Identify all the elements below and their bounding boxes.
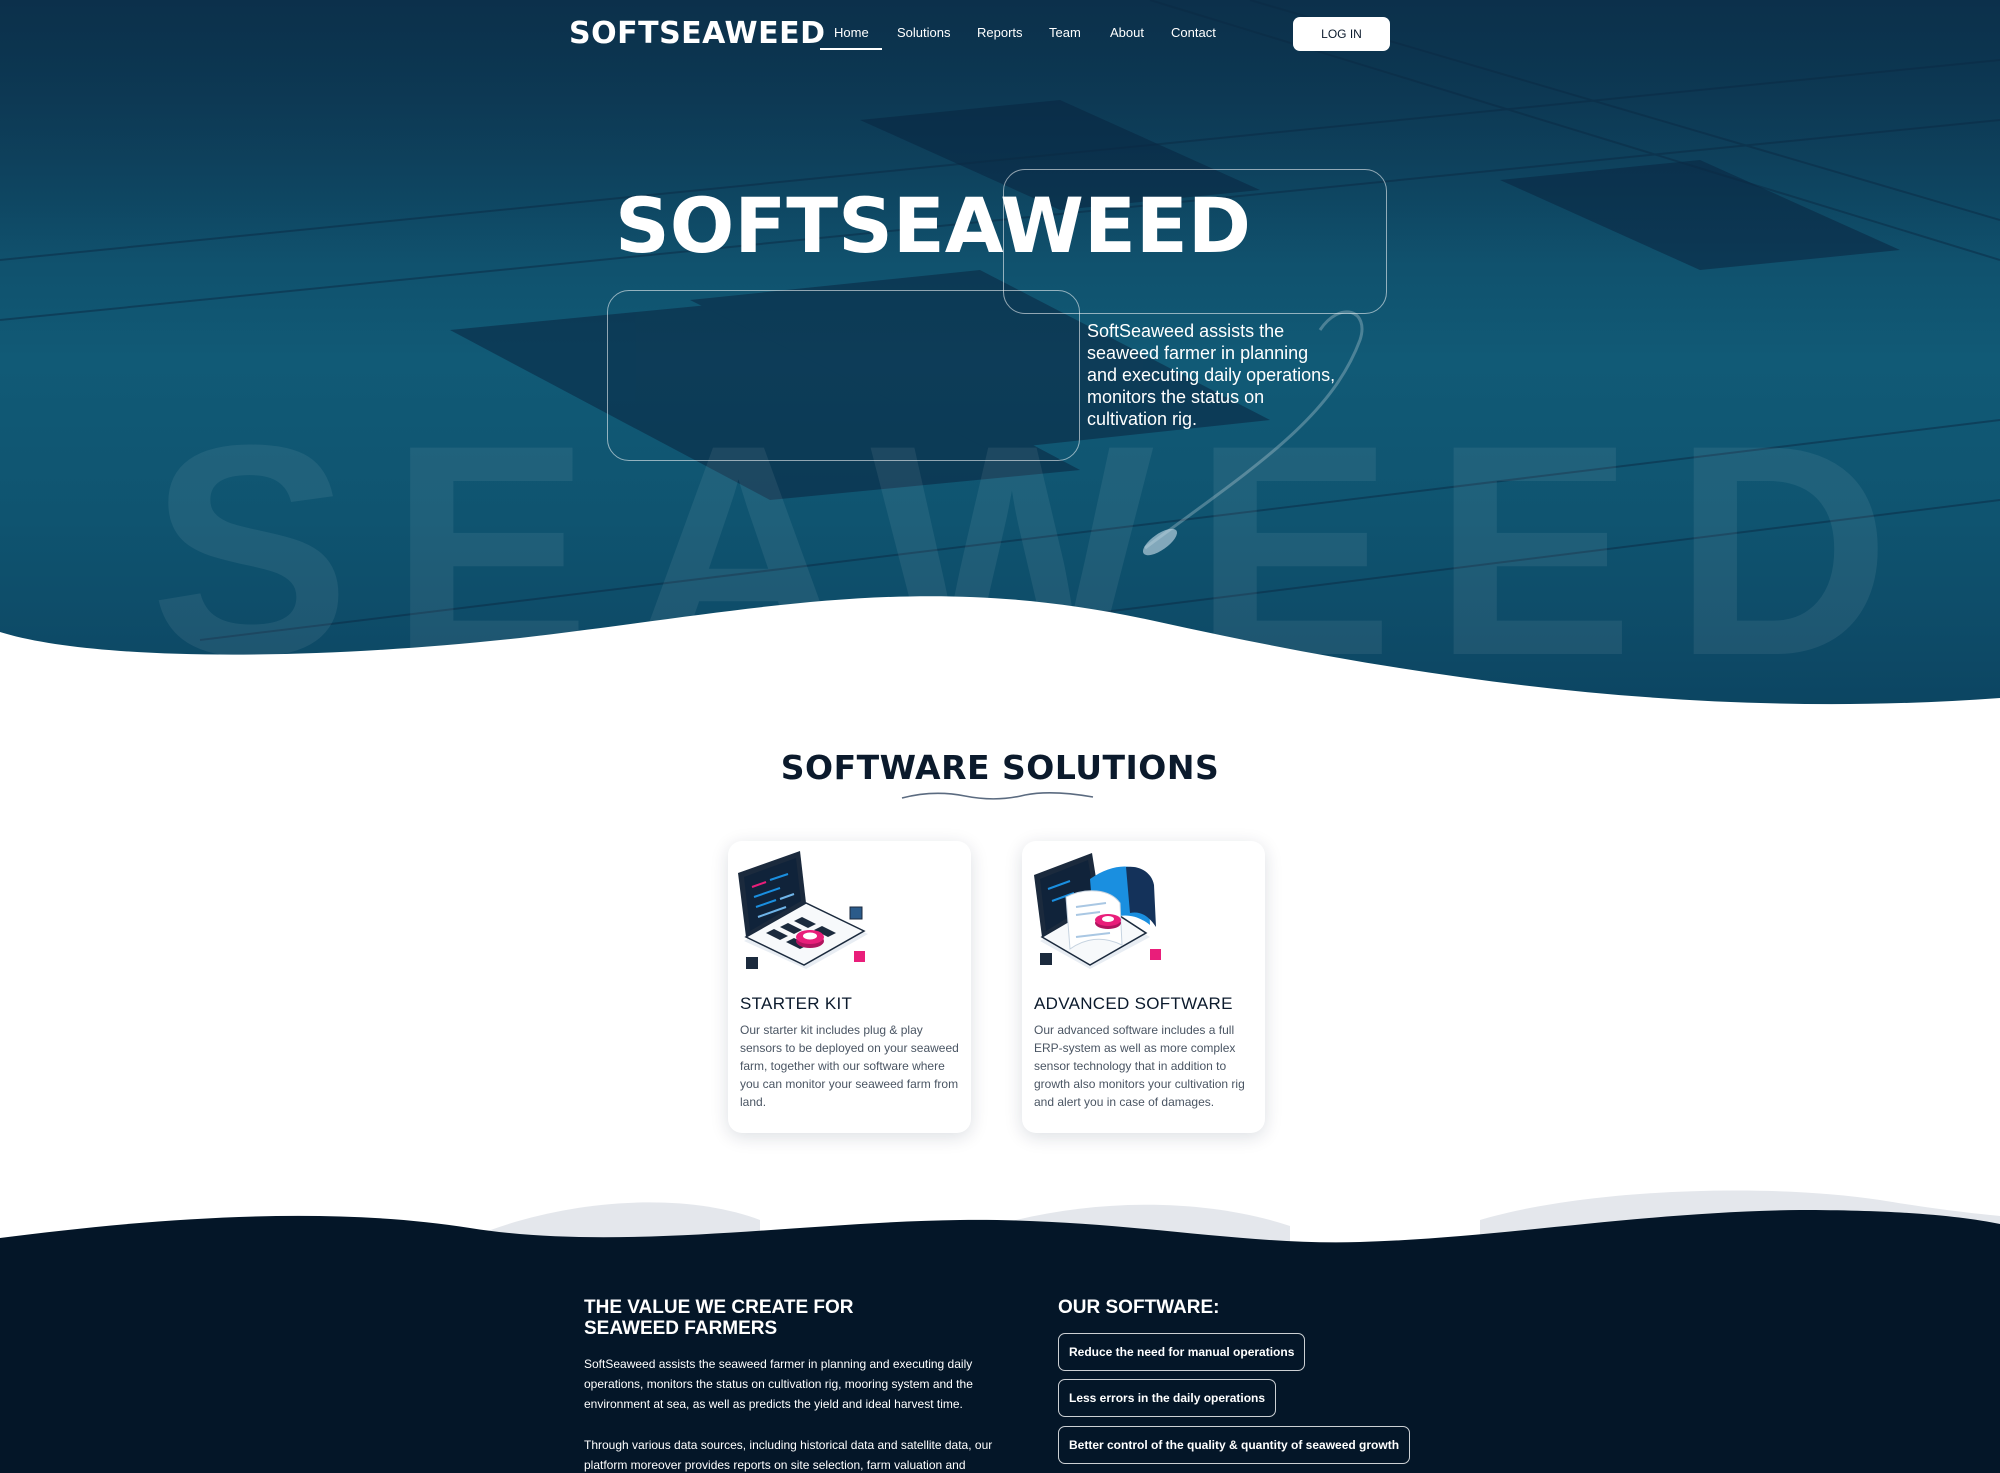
- laptop-document-icon: [1034, 853, 1161, 969]
- card-text: Our advanced software includes a full ER…: [1034, 1023, 1245, 1109]
- footer-wave-background: [0, 1190, 2000, 1473]
- software-feature-pill[interactable]: Better control of the quality & quantity…: [1058, 1426, 1411, 1464]
- hero-title: SOFTSEAWEED: [615, 181, 1251, 270]
- nav-solutions[interactable]: Solutions: [897, 25, 950, 40]
- value-paragraph: SoftSeaweed assists the seaweed farmer i…: [584, 1357, 973, 1411]
- wave-underline-icon: [901, 792, 1094, 800]
- login-button[interactable]: LOG IN: [1293, 17, 1390, 51]
- logo[interactable]: SOFTSEAWEED: [569, 16, 826, 51]
- laptop-sensor-icon: [738, 851, 868, 969]
- nav-about[interactable]: About: [1110, 25, 1144, 40]
- top-navbar: SOFTSEAWEED Home Solutions Reports Team …: [0, 0, 2000, 68]
- hero-frame-bottom: [607, 290, 1080, 461]
- card-text: Our starter kit includes plug & play sen…: [740, 1023, 959, 1109]
- starter-kit-card[interactable]: STARTER KIT Our starter kit includes plu…: [728, 841, 971, 1133]
- nav-team[interactable]: Team: [1049, 25, 1081, 40]
- nav-contact[interactable]: Contact: [1171, 25, 1216, 40]
- nav-reports[interactable]: Reports: [977, 25, 1023, 40]
- card-title: STARTER KIT: [740, 994, 853, 1013]
- advanced-software-card[interactable]: ADVANCED SOFTWARE Our advanced software …: [1022, 841, 1265, 1133]
- card-title: ADVANCED SOFTWARE: [1034, 994, 1233, 1013]
- value-paragraph: Through various data sources, including …: [584, 1438, 993, 1472]
- software-feature-pill[interactable]: Less errors in the daily operations: [1058, 1379, 1277, 1417]
- nav-active-indicator: [820, 48, 882, 50]
- solutions-title: SOFTWARE SOLUTIONS: [780, 748, 1220, 787]
- software-title: OUR SOFTWARE:: [1058, 1297, 1220, 1318]
- nav-home[interactable]: Home: [834, 25, 869, 40]
- software-feature-pill[interactable]: Reduce the need for manual operations: [1058, 1333, 1306, 1371]
- hero-description: SoftSeaweed assists the seaweed farmer i…: [1087, 321, 1336, 429]
- value-title: THE VALUE WE CREATE FOR SEAWEED FARMERS: [584, 1297, 854, 1339]
- hero-wave-divider: [0, 596, 2000, 720]
